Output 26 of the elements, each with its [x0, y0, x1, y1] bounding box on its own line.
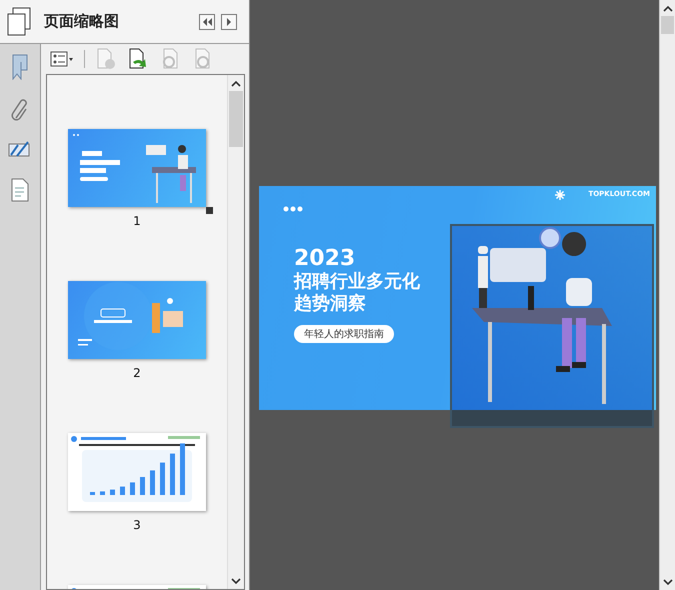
- bookmark-icon[interactable]: [12, 54, 28, 80]
- slide-title: 趋势洞察: [294, 293, 367, 315]
- options-dropdown[interactable]: [50, 51, 74, 67]
- subtitle-pill: 年轻人的求职指南: [294, 325, 394, 343]
- logo-icon: [555, 190, 565, 200]
- pages-icon: [6, 6, 32, 36]
- rotate-page-icon[interactable]: [127, 48, 149, 70]
- chevron-down-icon: [662, 578, 672, 586]
- page-number: 3: [133, 518, 141, 532]
- scrollbar-thumb[interactable]: [229, 91, 243, 147]
- double-left-arrow-icon: [202, 18, 212, 26]
- collapse-button[interactable]: [199, 14, 215, 30]
- page-number: 2: [133, 366, 141, 380]
- expand-button[interactable]: [221, 14, 237, 30]
- chevron-down-icon: [231, 578, 241, 584]
- chevron-up-icon: [662, 4, 672, 12]
- page-scrollbar-thumb[interactable]: [661, 16, 674, 34]
- dots-icon: [283, 206, 303, 212]
- right-arrow-icon: [226, 18, 232, 26]
- paperclip-icon[interactable]: [11, 98, 29, 122]
- document-icon[interactable]: [11, 178, 29, 202]
- slide-title: 招聘行业多元化: [294, 271, 420, 293]
- slide-year: 2023: [294, 246, 356, 271]
- page-number: 1: [133, 214, 141, 228]
- chevron-up-icon: [231, 80, 241, 86]
- panel-title: 页面缩略图: [44, 12, 120, 31]
